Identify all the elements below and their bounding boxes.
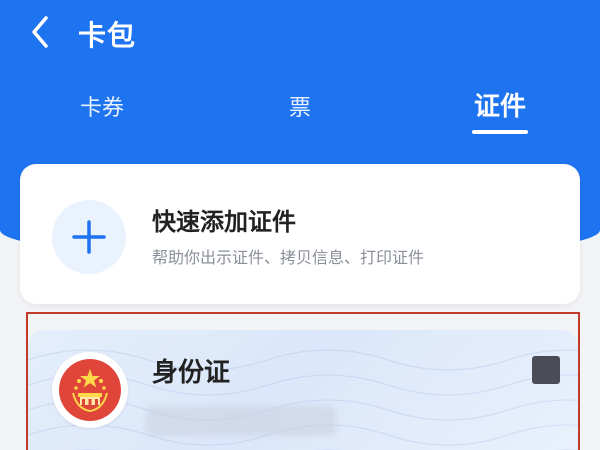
add-button[interactable]: [52, 200, 126, 274]
tab-coupons[interactable]: 卡券: [74, 90, 130, 122]
quick-add-card[interactable]: 快速添加证件 帮助你出示证件、拷贝信息、打印证件: [20, 164, 580, 304]
top-bar: 卡包: [0, 0, 600, 64]
screen: 卡包 卡券 票 证件 快速添加证件 帮助你出示证件、拷贝信息、打印证件 身份证: [0, 0, 600, 450]
page-title: 卡包: [78, 19, 137, 52]
highlight-frame: [26, 312, 580, 450]
tab-certificates[interactable]: 证件: [470, 86, 530, 123]
back-button[interactable]: [22, 12, 62, 52]
chevron-left-icon: [32, 16, 48, 48]
plus-icon: [72, 220, 106, 254]
quick-add-title: 快速添加证件: [152, 208, 296, 236]
tab-bar: 卡券 票 证件: [0, 84, 600, 140]
active-tab-indicator: [472, 130, 528, 134]
tab-tickets[interactable]: 票: [284, 90, 316, 122]
quick-add-subtitle: 帮助你出示证件、拷贝信息、打印证件: [152, 248, 425, 267]
